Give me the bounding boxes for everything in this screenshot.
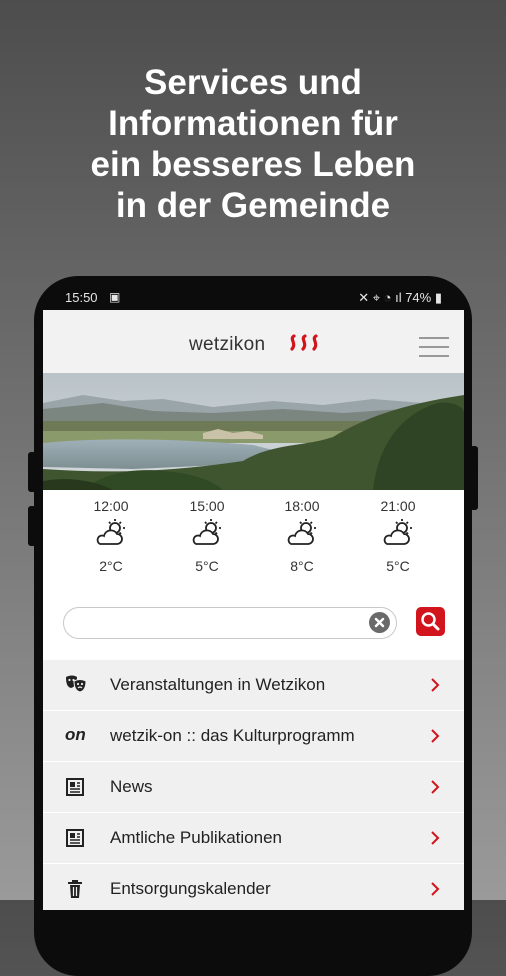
- partly-cloudy-icon: [162, 518, 252, 552]
- landscape-banner-image: [43, 373, 464, 490]
- headline-line-2: Informationen für: [108, 104, 398, 143]
- list-item-entsorgungskalender[interactable]: Entsorgungskalender: [43, 864, 464, 910]
- battery-level: 74%: [405, 290, 432, 305]
- forecast-slot: 12:00 2°C: [66, 496, 156, 574]
- forecast-time: 12:00: [93, 498, 129, 514]
- forecast-time: 18:00: [284, 498, 320, 514]
- partly-cloudy-icon: [66, 518, 156, 552]
- notification-icon: ▣: [109, 290, 121, 304]
- wetzik-on-logo-icon: on: [65, 725, 86, 744]
- forecast-slot: 21:00 5°C: [353, 496, 443, 574]
- headline-line-1: Services und: [144, 63, 362, 102]
- service-menu-list: Veranstaltungen in Wetzikon on wetzik-on…: [43, 660, 464, 910]
- search-field: [63, 607, 397, 639]
- forecast-temp: 5°C: [195, 558, 219, 574]
- chevron-right-icon: [429, 880, 441, 898]
- wetzikon-logo: wetzikon: [189, 334, 266, 355]
- chevron-right-icon: [429, 676, 441, 694]
- list-item-label: Veranstaltungen in Wetzikon: [110, 675, 326, 694]
- list-item-label: wetzik-on :: das Kulturprogramm: [110, 726, 355, 745]
- chevron-right-icon: [429, 778, 441, 796]
- list-item-label: Entsorgungskalender: [110, 879, 271, 898]
- app-screen: wetzikon 12:00 2°C 15:00 5°C 18:00 8°C 2…: [43, 310, 464, 910]
- search-icon: [421, 612, 440, 631]
- clear-icon[interactable]: [369, 612, 390, 633]
- trash-icon: [65, 879, 87, 899]
- battery-icon: ▮: [431, 290, 442, 305]
- search-button[interactable]: [416, 607, 445, 636]
- status-icons: ✕ ⌖ ◔ ıl: [358, 290, 406, 305]
- app-header: wetzikon: [43, 310, 464, 373]
- forecast-slot: 15:00 5°C: [162, 496, 252, 574]
- chevron-right-icon: [429, 727, 441, 745]
- list-item-kulturprogramm[interactable]: on wetzik-on :: das Kulturprogramm: [43, 711, 464, 762]
- headline-line-4: in der Gemeinde: [115, 186, 391, 225]
- status-right: ✕ ⌖ ◔ ıl 74% ▮: [358, 290, 442, 306]
- promo-headline: Services und Informationen für ein besse…: [0, 62, 506, 226]
- weather-forecast: 12:00 2°C 15:00 5°C 18:00 8°C 21:00 5°C: [43, 496, 464, 582]
- list-item-label: News: [110, 777, 153, 796]
- status-bar: 15:50 ▣ ✕ ⌖ ◔ ıl 74% ▮: [43, 286, 464, 310]
- forecast-temp: 2°C: [99, 558, 123, 574]
- headline-line-3: ein besseres Leben: [90, 145, 416, 184]
- list-item-label: Amtliche Publikationen: [110, 828, 282, 847]
- search-input[interactable]: [76, 612, 360, 634]
- partly-cloudy-icon: [353, 518, 443, 552]
- theater-masks-icon: [65, 675, 87, 695]
- list-item-news[interactable]: News: [43, 762, 464, 813]
- forecast-temp: 8°C: [290, 558, 314, 574]
- chevron-right-icon: [429, 829, 441, 847]
- forecast-time: 21:00: [380, 498, 416, 514]
- status-time: 15:50: [65, 290, 98, 305]
- forecast-temp: 5°C: [386, 558, 410, 574]
- newspaper-icon: [65, 828, 87, 848]
- list-item-veranstaltungen[interactable]: Veranstaltungen in Wetzikon: [43, 660, 464, 711]
- forecast-time: 15:00: [189, 498, 225, 514]
- partly-cloudy-icon: [257, 518, 347, 552]
- hamburger-menu-button[interactable]: [419, 337, 449, 357]
- forecast-slot: 18:00 8°C: [257, 496, 347, 574]
- newspaper-icon: [65, 777, 87, 797]
- list-item-publikationen[interactable]: Amtliche Publikationen: [43, 813, 464, 864]
- wetzikon-logo-mark: [287, 334, 323, 357]
